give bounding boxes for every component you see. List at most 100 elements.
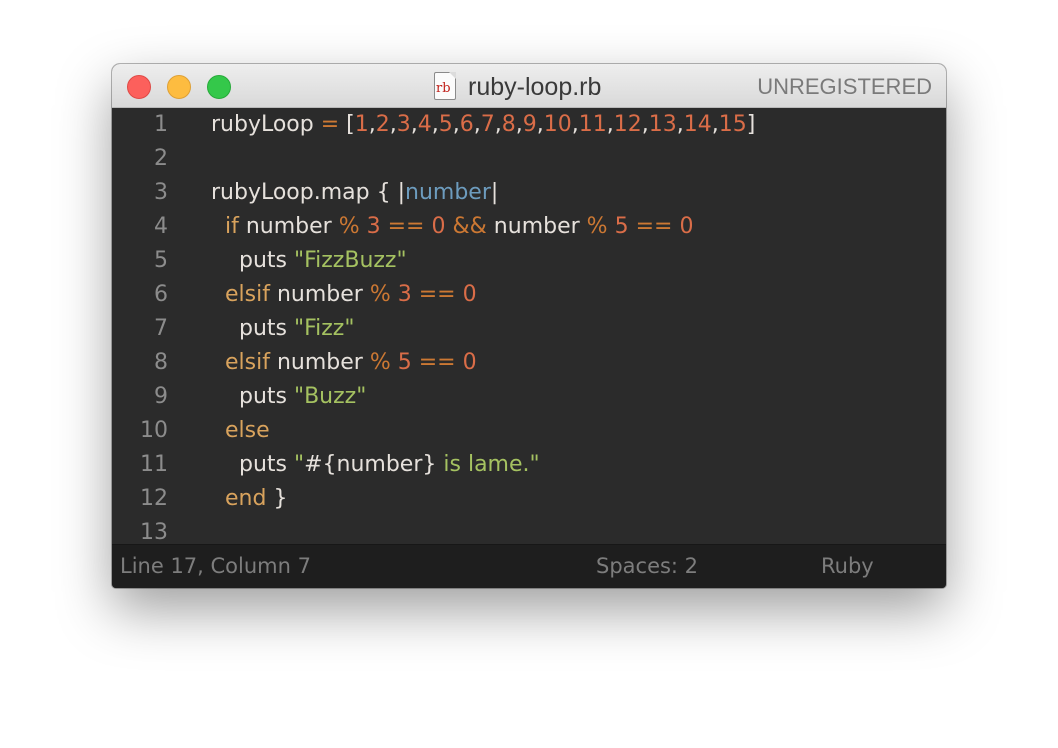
code-token: [	[339, 112, 355, 137]
code-token: }	[266, 486, 288, 511]
code-token: 3	[366, 214, 381, 239]
code-token: number	[405, 180, 491, 205]
line-number: 9	[154, 384, 168, 409]
line-code: end }	[211, 482, 287, 516]
code-token: %	[369, 282, 391, 307]
line-number: 11	[140, 452, 168, 477]
code-token: ,	[571, 112, 579, 137]
line-code: rubyLoop = [1,2,3,4,5,6,7,8,9,10,11,12,1…	[211, 108, 755, 142]
file-icon-label: rb	[436, 81, 451, 96]
code-line[interactable]: 9 puts "Buzz"	[112, 380, 946, 414]
code-token: &&	[452, 214, 487, 239]
code-line[interactable]: 6 elsif number % 3 == 0	[112, 278, 946, 312]
code-line[interactable]: 8 elsif number % 5 == 0	[112, 346, 946, 380]
code-token: ==	[418, 282, 456, 307]
code-line[interactable]: 11 puts "#{number} is lame."	[112, 448, 946, 482]
code-token: number	[486, 214, 587, 239]
code-token: ,	[515, 112, 523, 137]
cursor-position[interactable]: Line 17, Column 7	[120, 545, 311, 587]
code-token: 2	[375, 112, 390, 137]
code-line[interactable]: 4 if number % 3 == 0 && number % 5 == 0	[112, 210, 946, 244]
minimize-button[interactable]	[167, 75, 191, 99]
code-line[interactable]: 13	[112, 516, 946, 544]
code-token: 0	[431, 214, 446, 239]
code-token: 6	[459, 112, 474, 137]
code-token: 0	[462, 350, 477, 375]
line-code: else	[211, 414, 270, 448]
code-token: ,	[536, 112, 544, 137]
zoom-button[interactable]	[207, 75, 231, 99]
line-number: 6	[154, 282, 168, 307]
code-token: |	[490, 180, 499, 205]
line-code: elsif number % 5 == 0	[211, 346, 477, 380]
line-code: puts "Fizz"	[211, 312, 355, 346]
code-token: ,	[676, 112, 684, 137]
indentation-setting[interactable]: Spaces: 2	[596, 545, 698, 587]
line-number: 2	[154, 146, 168, 171]
code-token: ,	[452, 112, 460, 137]
code-token: 12	[613, 112, 642, 137]
code-line[interactable]: 12 end }	[112, 482, 946, 516]
code-token: elsif	[225, 282, 270, 307]
code-token: 5	[438, 112, 453, 137]
line-number: 12	[140, 486, 168, 511]
code-line[interactable]: 2	[112, 142, 946, 176]
code-token: 9	[522, 112, 537, 137]
code-token: 14	[683, 112, 712, 137]
code-token: puts	[211, 452, 294, 477]
code-token: 0	[462, 282, 477, 307]
unregistered-label: UNREGISTERED	[757, 74, 932, 99]
code-token: "	[293, 452, 305, 477]
code-line[interactable]: 3 rubyLoop.map { |number|	[112, 176, 946, 210]
code-editor[interactable]: 1 rubyLoop = [1,2,3,4,5,6,7,8,9,10,11,12,…	[112, 108, 946, 544]
code-token: puts	[211, 384, 294, 409]
line-code: if number % 3 == 0 && number % 5 == 0	[211, 210, 693, 244]
code-token: rubyLoop.map { |	[211, 180, 405, 205]
code-token: else	[225, 418, 270, 443]
code-token: end	[225, 486, 267, 511]
code-token: 5	[397, 350, 412, 375]
code-token: ,	[606, 112, 614, 137]
line-number: 13	[140, 520, 168, 544]
code-token: 13	[648, 112, 677, 137]
code-token: elsif	[225, 350, 270, 375]
code-token: number	[269, 282, 370, 307]
title-bar[interactable]: rb ruby-loop.rb UNREGISTERED	[112, 64, 946, 108]
line-number: 1	[154, 112, 168, 137]
code-token: ==	[387, 214, 425, 239]
line-number: 7	[154, 316, 168, 341]
code-token: 7	[480, 112, 495, 137]
line-code: rubyLoop.map { |number|	[211, 176, 498, 210]
line-code: puts "#{number} is lame."	[211, 448, 540, 482]
line-number: 10	[140, 418, 168, 443]
syntax-selector[interactable]: Ruby	[821, 545, 874, 587]
code-token: if	[225, 214, 239, 239]
code-token: "Buzz"	[293, 384, 367, 409]
code-line[interactable]: 5 puts "FizzBuzz"	[112, 244, 946, 278]
code-token: is lame."	[436, 452, 540, 477]
code-token: 1	[354, 112, 369, 137]
code-token: %	[338, 214, 360, 239]
code-line[interactable]: 10 else	[112, 414, 946, 448]
code-token: "Fizz"	[293, 316, 355, 341]
code-line[interactable]: 7 puts "Fizz"	[112, 312, 946, 346]
code-line[interactable]: 1 rubyLoop = [1,2,3,4,5,6,7,8,9,10,11,12,…	[112, 108, 946, 142]
window-title: ruby-loop.rb	[468, 73, 602, 101]
code-token: number	[238, 214, 339, 239]
code-token: ,	[641, 112, 649, 137]
close-button[interactable]	[127, 75, 151, 99]
code-token: #{number}	[304, 452, 437, 477]
code-token: ,	[389, 112, 397, 137]
